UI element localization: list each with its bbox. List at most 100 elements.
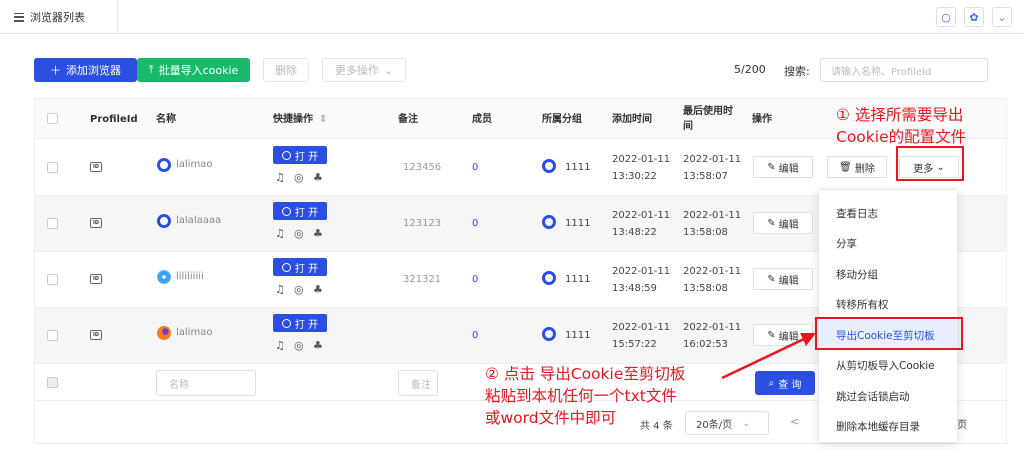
upload-icon: ⤒	[148, 63, 154, 76]
added-time: 2022-01-11 13:30:22	[612, 154, 671, 182]
last-used-time: 2022-01-11 13:58:08	[683, 266, 742, 294]
sort-icon[interactable]: ⇕	[319, 112, 327, 127]
last-used-time: 2022-01-11 16:02:53	[683, 322, 742, 350]
group-name: 1111	[565, 162, 591, 173]
gear-icon[interactable]: ✿	[964, 7, 984, 27]
open-button[interactable]: 打 开	[273, 202, 327, 220]
menu-item[interactable]: 查看日志	[819, 198, 957, 228]
id-card-icon[interactable]: ID	[90, 162, 102, 172]
member-count[interactable]: 0	[472, 330, 478, 341]
menu-item[interactable]: 转移所有权	[819, 290, 957, 320]
pencil-icon: ✎	[767, 217, 776, 229]
col-last-used: 最后使用时间	[683, 106, 733, 132]
profile-name: lililiiiii	[176, 271, 204, 282]
puzzle-icon[interactable]: ♣	[313, 283, 323, 296]
edit-button[interactable]: ✎ 编辑	[753, 324, 813, 346]
col-profile-id: ProfileId	[90, 113, 138, 125]
member-count[interactable]: 0	[472, 218, 478, 229]
open-button[interactable]: 打 开	[273, 258, 327, 276]
tab-browser-list[interactable]: 浏览器列表	[0, 0, 118, 34]
note-filter-input[interactable]: 备注	[398, 370, 438, 396]
profile-name: lalalaaaa	[176, 215, 222, 226]
trash-icon: 🗑	[839, 161, 852, 173]
added-time: 2022-01-11 13:48:22	[612, 210, 671, 238]
bell-icon[interactable]: ♫	[275, 171, 285, 184]
puzzle-icon[interactable]: ♣	[313, 339, 323, 352]
page-suffix: 页	[957, 420, 967, 431]
added-time: 2022-01-11 15:57:22	[612, 322, 671, 350]
more-actions-menu: 查看日志 分享 移动分组 转移所有权 导出Cookie至剪切板 从剪切板导入Cookie 跳…	[818, 189, 958, 443]
delete-button[interactable]: 删除	[263, 58, 309, 82]
col-note: 备注	[398, 113, 418, 125]
pencil-icon: ✎	[767, 273, 776, 285]
last-used-time: 2022-01-11 13:58:07	[683, 154, 742, 182]
tab-label: 浏览器列表	[30, 11, 85, 24]
fingerprint-icon[interactable]: ◎	[294, 339, 304, 352]
open-button[interactable]: 打 开	[273, 314, 327, 332]
filter-checkbox	[47, 377, 58, 388]
chrome-icon	[281, 150, 291, 160]
col-members: 成员	[472, 113, 492, 125]
query-button[interactable]: ⌕ 查 询	[755, 371, 815, 395]
table-row[interactable]: ID lalimao 打 开 ♫ ◎ ♣ 123456 0 1111 2022-01-11 13:3…	[35, 140, 1006, 196]
select-all-checkbox[interactable]	[47, 113, 58, 124]
menu-item[interactable]: 跳过会话锁启动	[819, 381, 957, 411]
menu-item[interactable]: 移动分组	[819, 259, 957, 289]
row-checkbox[interactable]	[47, 274, 58, 285]
edit-button[interactable]: ✎ 编辑	[753, 268, 813, 290]
chrome-icon	[281, 206, 291, 216]
prev-page-button[interactable]: <	[790, 415, 799, 428]
row-delete-button[interactable]: 🗑 删除	[827, 156, 887, 178]
list-icon	[14, 12, 24, 22]
menu-item[interactable]: 删除本地缓存目录	[819, 412, 957, 442]
member-count[interactable]: 0	[472, 162, 478, 173]
fingerprint-icon[interactable]: ◎	[294, 283, 304, 296]
bell-icon[interactable]: ♫	[275, 283, 285, 296]
profile-name: lalimao	[176, 159, 213, 170]
chrome-icon	[157, 158, 171, 172]
col-group: 所属分组	[542, 113, 582, 125]
puzzle-icon[interactable]: ♣	[313, 227, 323, 240]
search-label: 搜索:	[784, 65, 810, 78]
search-input[interactable]: 请输入名称、ProfileId	[820, 58, 988, 82]
add-browser-button[interactable]: ＋添加浏览器	[34, 58, 137, 82]
last-used-time: 2022-01-11 13:58:08	[683, 210, 742, 238]
export-item-highlight	[815, 317, 963, 350]
note-value: 321321	[403, 274, 442, 285]
menu-item[interactable]: 分享	[819, 229, 957, 259]
row-checkbox[interactable]	[47, 330, 58, 341]
search-icon: ⌕	[768, 377, 775, 389]
fingerprint-icon[interactable]: ◎	[294, 171, 304, 184]
col-quick-ops[interactable]: 快捷操作 ⇕	[273, 99, 327, 139]
group-icon	[542, 271, 556, 285]
group-name: 1111	[565, 274, 591, 285]
menu-item[interactable]: 从剪切板导入Cookie	[819, 351, 957, 381]
pencil-icon: ✎	[767, 329, 776, 341]
name-filter-input[interactable]: 名称	[156, 370, 256, 396]
open-button[interactable]: 打 开	[273, 146, 327, 164]
fingerprint-icon[interactable]: ◎	[294, 227, 304, 240]
profile-name: lalimao	[176, 327, 213, 338]
id-card-icon[interactable]: ID	[90, 330, 102, 340]
chevron-down-icon: ⌄	[742, 417, 751, 429]
bell-icon[interactable]: ♫	[275, 339, 285, 352]
edit-button[interactable]: ✎ 编辑	[753, 156, 813, 178]
refresh-icon[interactable]: ○	[936, 7, 956, 27]
group-icon	[542, 159, 556, 173]
group-icon	[542, 327, 556, 341]
row-checkbox[interactable]	[47, 218, 58, 229]
member-count[interactable]: 0	[472, 274, 478, 285]
bell-icon[interactable]: ♫	[275, 227, 285, 240]
puzzle-icon[interactable]: ♣	[313, 171, 323, 184]
id-card-icon[interactable]: ID	[90, 218, 102, 228]
edit-button[interactable]: ✎ 编辑	[753, 212, 813, 234]
import-cookie-button[interactable]: ⤒ 批量导入cookie	[137, 58, 250, 82]
group-name: 1111	[565, 218, 591, 229]
note-value: 123456	[403, 162, 442, 173]
col-ops: 操作	[752, 113, 772, 125]
chevron-down-icon: ⌄	[383, 63, 394, 77]
id-card-icon[interactable]: ID	[90, 274, 102, 284]
chevron-down-icon[interactable]: ⌄	[992, 7, 1012, 27]
row-checkbox[interactable]	[47, 162, 58, 173]
more-ops-dropdown[interactable]: 更多操作 ⌄	[322, 58, 406, 82]
